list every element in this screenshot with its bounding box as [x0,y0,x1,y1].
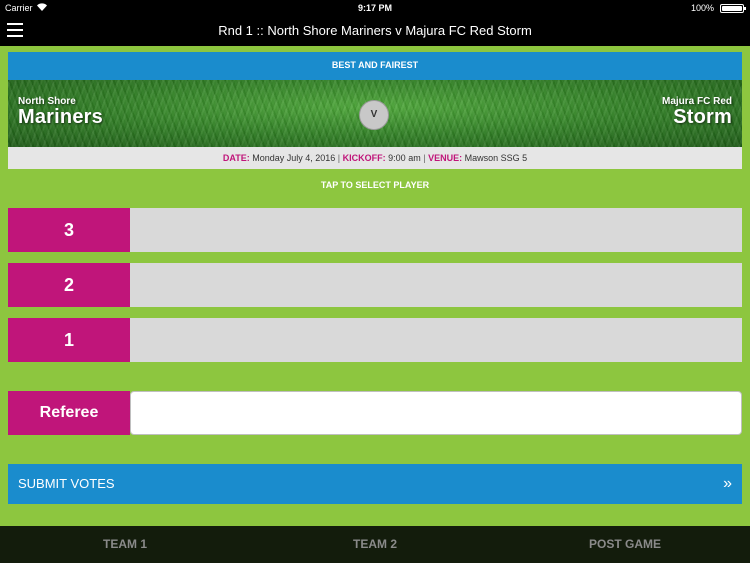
referee-label: Referee [8,391,130,435]
home-team-line2: Mariners [18,106,103,128]
venue-value: Mawson SSG 5 [464,153,528,163]
vote-points-1[interactable]: 1 [8,318,130,362]
date-label: DATE: [222,153,250,163]
status-time: 9:17 PM [357,3,392,13]
vote-points-3[interactable]: 3 [8,208,130,252]
vote-row-2[interactable]: 2 [8,263,742,307]
page-title: Rnd 1 :: North Shore Mariners v Majura F… [218,23,532,38]
battery-percent: 100% [690,3,714,13]
tab-post-game[interactable]: POST GAME [500,526,750,563]
away-team-line2: Storm [673,106,732,128]
tap-hint: TAP TO SELECT PLAYER [320,180,430,190]
referee-row: Referee [8,391,742,435]
status-bar: Carrier 9:17 PM 100% [0,0,750,16]
nav-bar: Rnd 1 :: North Shore Mariners v Majura F… [0,16,750,46]
away-team: Majura FC Red Storm [662,96,732,129]
venue-label: VENUE: [428,153,463,163]
versus-badge: V [359,100,389,130]
player-slot-1[interactable] [130,318,742,362]
battery-icon [720,4,746,13]
vote-row-1[interactable]: 1 [8,318,742,362]
chevron-right-icon: » [723,475,732,492]
tab-team-1[interactable]: TEAM 1 [0,526,250,563]
home-team: North Shore Mariners [18,96,103,129]
player-slot-3[interactable] [130,208,742,252]
vote-points-2[interactable]: 2 [8,263,130,307]
match-header: North Shore Mariners V Majura FC Red Sto… [8,80,742,147]
submit-votes-label: SUBMIT VOTES [18,476,115,491]
tab-bar: TEAM 1 TEAM 2 POST GAME [0,526,750,563]
tab-team-2[interactable]: TEAM 2 [250,526,500,563]
referee-input[interactable] [130,391,742,435]
kickoff-value: 9:00 am [388,153,421,163]
section-banner: BEST AND FAIREST [8,52,742,80]
vote-row-3[interactable]: 3 [8,208,742,252]
submit-votes-button[interactable]: SUBMIT VOTES » [8,464,742,504]
match-info: DATE: Monday July 4, 2016 | KICKOFF: 9:0… [8,147,742,169]
date-value: Monday July 4, 2016 [252,153,336,163]
kickoff-label: KICKOFF: [342,153,386,163]
player-slot-2[interactable] [130,263,742,307]
